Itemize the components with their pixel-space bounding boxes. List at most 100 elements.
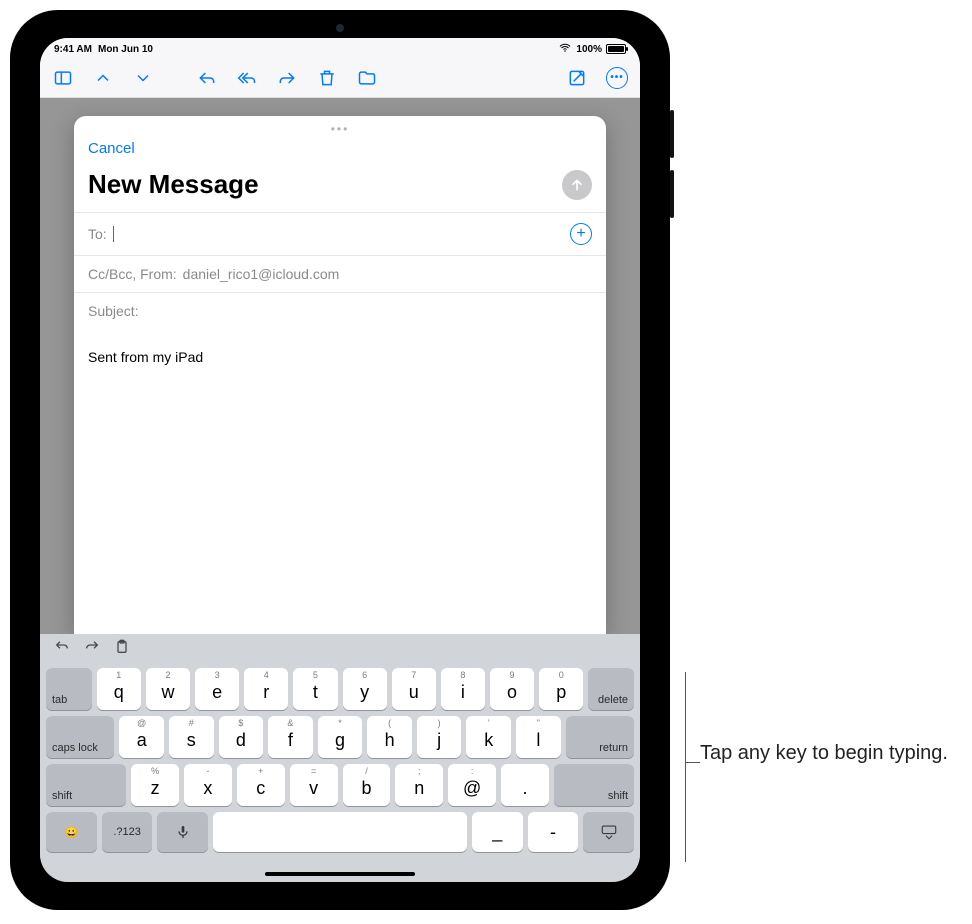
battery-percent: 100% bbox=[576, 44, 602, 55]
underscore-key[interactable]: _ bbox=[472, 812, 523, 852]
shift-left-key[interactable]: shift bbox=[46, 764, 126, 806]
key-n[interactable]: ;n bbox=[395, 764, 443, 806]
key-alt-label: " bbox=[537, 718, 540, 728]
compose-icon[interactable] bbox=[566, 67, 588, 89]
dictation-key[interactable] bbox=[157, 812, 208, 852]
key-main-label: c bbox=[256, 778, 265, 799]
previous-message-icon[interactable] bbox=[92, 67, 114, 89]
dash-key[interactable]: - bbox=[528, 812, 579, 852]
redo-icon[interactable] bbox=[84, 639, 100, 660]
key-main-label: w bbox=[161, 682, 174, 703]
send-button[interactable] bbox=[562, 170, 592, 200]
numbers-key[interactable]: .?123 bbox=[102, 812, 153, 852]
key-alt-label: - bbox=[206, 766, 209, 776]
key-s[interactable]: #s bbox=[169, 716, 214, 758]
key-u[interactable]: 7u bbox=[392, 668, 436, 710]
text-cursor bbox=[113, 226, 115, 242]
key-t[interactable]: 5t bbox=[293, 668, 337, 710]
reply-all-icon[interactable] bbox=[236, 67, 258, 89]
move-folder-icon[interactable] bbox=[356, 67, 378, 89]
key-main-label: i bbox=[461, 682, 465, 703]
key-main-label: l bbox=[536, 730, 540, 751]
key-d[interactable]: $d bbox=[219, 716, 264, 758]
ipad-device-frame: 9:41 AM Mon Jun 10 100% bbox=[10, 10, 670, 910]
key-main-label: v bbox=[309, 778, 318, 799]
next-message-icon[interactable] bbox=[132, 67, 154, 89]
ccbcc-label: Cc/Bcc, From: bbox=[88, 266, 177, 282]
wifi-icon bbox=[558, 42, 572, 57]
key-main-label: z bbox=[151, 778, 160, 799]
key-alt-label: / bbox=[365, 766, 368, 776]
tab-key[interactable]: tab bbox=[46, 668, 92, 710]
key-alt-label: : bbox=[471, 766, 474, 776]
subject-field[interactable]: Subject: bbox=[74, 292, 606, 329]
return-key[interactable]: return bbox=[566, 716, 634, 758]
to-label: To: bbox=[88, 226, 107, 242]
emoji-key[interactable]: 😀 bbox=[46, 812, 97, 852]
delete-key[interactable]: delete bbox=[588, 668, 634, 710]
key-q[interactable]: 1q bbox=[97, 668, 141, 710]
key-alt-label: * bbox=[338, 718, 342, 728]
sheet-grabber[interactable]: ••• bbox=[331, 122, 350, 136]
forward-icon[interactable] bbox=[276, 67, 298, 89]
trash-icon[interactable] bbox=[316, 67, 338, 89]
keyboard-toolbar bbox=[40, 634, 640, 664]
clipboard-icon[interactable] bbox=[114, 639, 130, 660]
battery-icon bbox=[606, 44, 626, 54]
key-j[interactable]: )j bbox=[417, 716, 462, 758]
key-alt-label: 1 bbox=[116, 670, 121, 680]
key-main-label: d bbox=[236, 730, 246, 751]
key-x[interactable]: -x bbox=[184, 764, 232, 806]
key-main-label: u bbox=[409, 682, 419, 703]
key-alt-label: % bbox=[151, 766, 159, 776]
undo-icon[interactable] bbox=[54, 639, 70, 660]
key-alt-label: @ bbox=[137, 718, 146, 728]
dismiss-keyboard-key[interactable] bbox=[583, 812, 634, 852]
key-l[interactable]: "l bbox=[516, 716, 561, 758]
key-w[interactable]: 2w bbox=[146, 668, 190, 710]
cancel-button[interactable]: Cancel bbox=[88, 140, 135, 157]
to-field[interactable]: To: + bbox=[74, 212, 606, 255]
key-g[interactable]: *g bbox=[318, 716, 363, 758]
key-v[interactable]: =v bbox=[290, 764, 338, 806]
key-y[interactable]: 6y bbox=[343, 668, 387, 710]
ccbcc-from-field[interactable]: Cc/Bcc, From: daniel_rico1@icloud.com bbox=[74, 255, 606, 292]
key-f[interactable]: &f bbox=[268, 716, 313, 758]
key-main-label: a bbox=[137, 730, 147, 751]
key-i[interactable]: 8i bbox=[441, 668, 485, 710]
compose-title: New Message bbox=[88, 169, 259, 200]
capslock-key[interactable]: caps lock bbox=[46, 716, 114, 758]
key-alt-label: 7 bbox=[411, 670, 416, 680]
key-z[interactable]: %z bbox=[131, 764, 179, 806]
reply-icon[interactable] bbox=[196, 67, 218, 89]
sidebar-icon[interactable] bbox=[52, 67, 74, 89]
key-main-label: g bbox=[335, 730, 345, 751]
message-body[interactable]: Sent from my iPad bbox=[74, 329, 606, 634]
key-o[interactable]: 9o bbox=[490, 668, 534, 710]
key-.[interactable]: . bbox=[501, 764, 549, 806]
key-r[interactable]: 4r bbox=[244, 668, 288, 710]
from-value: daniel_rico1@icloud.com bbox=[183, 266, 340, 282]
key-alt-label: ( bbox=[388, 718, 391, 728]
key-@[interactable]: :@ bbox=[448, 764, 496, 806]
callout-tick bbox=[686, 762, 700, 763]
add-contact-button[interactable]: + bbox=[570, 223, 592, 245]
home-indicator[interactable] bbox=[265, 872, 415, 876]
key-alt-label: ; bbox=[418, 766, 421, 776]
volume-up-button bbox=[670, 110, 674, 158]
key-alt-label: + bbox=[258, 766, 263, 776]
shift-right-key[interactable]: shift bbox=[554, 764, 634, 806]
key-main-label: n bbox=[414, 778, 424, 799]
key-c[interactable]: +c bbox=[237, 764, 285, 806]
key-a[interactable]: @a bbox=[119, 716, 164, 758]
key-alt-label: 8 bbox=[460, 670, 465, 680]
space-key[interactable] bbox=[213, 812, 467, 852]
key-e[interactable]: 3e bbox=[195, 668, 239, 710]
key-main-label: p bbox=[556, 682, 566, 703]
key-p[interactable]: 0p bbox=[539, 668, 583, 710]
key-k[interactable]: 'k bbox=[466, 716, 511, 758]
key-h[interactable]: (h bbox=[367, 716, 412, 758]
mail-toolbar: ••• bbox=[40, 58, 640, 98]
more-icon[interactable]: ••• bbox=[606, 67, 628, 89]
key-b[interactable]: /b bbox=[343, 764, 391, 806]
